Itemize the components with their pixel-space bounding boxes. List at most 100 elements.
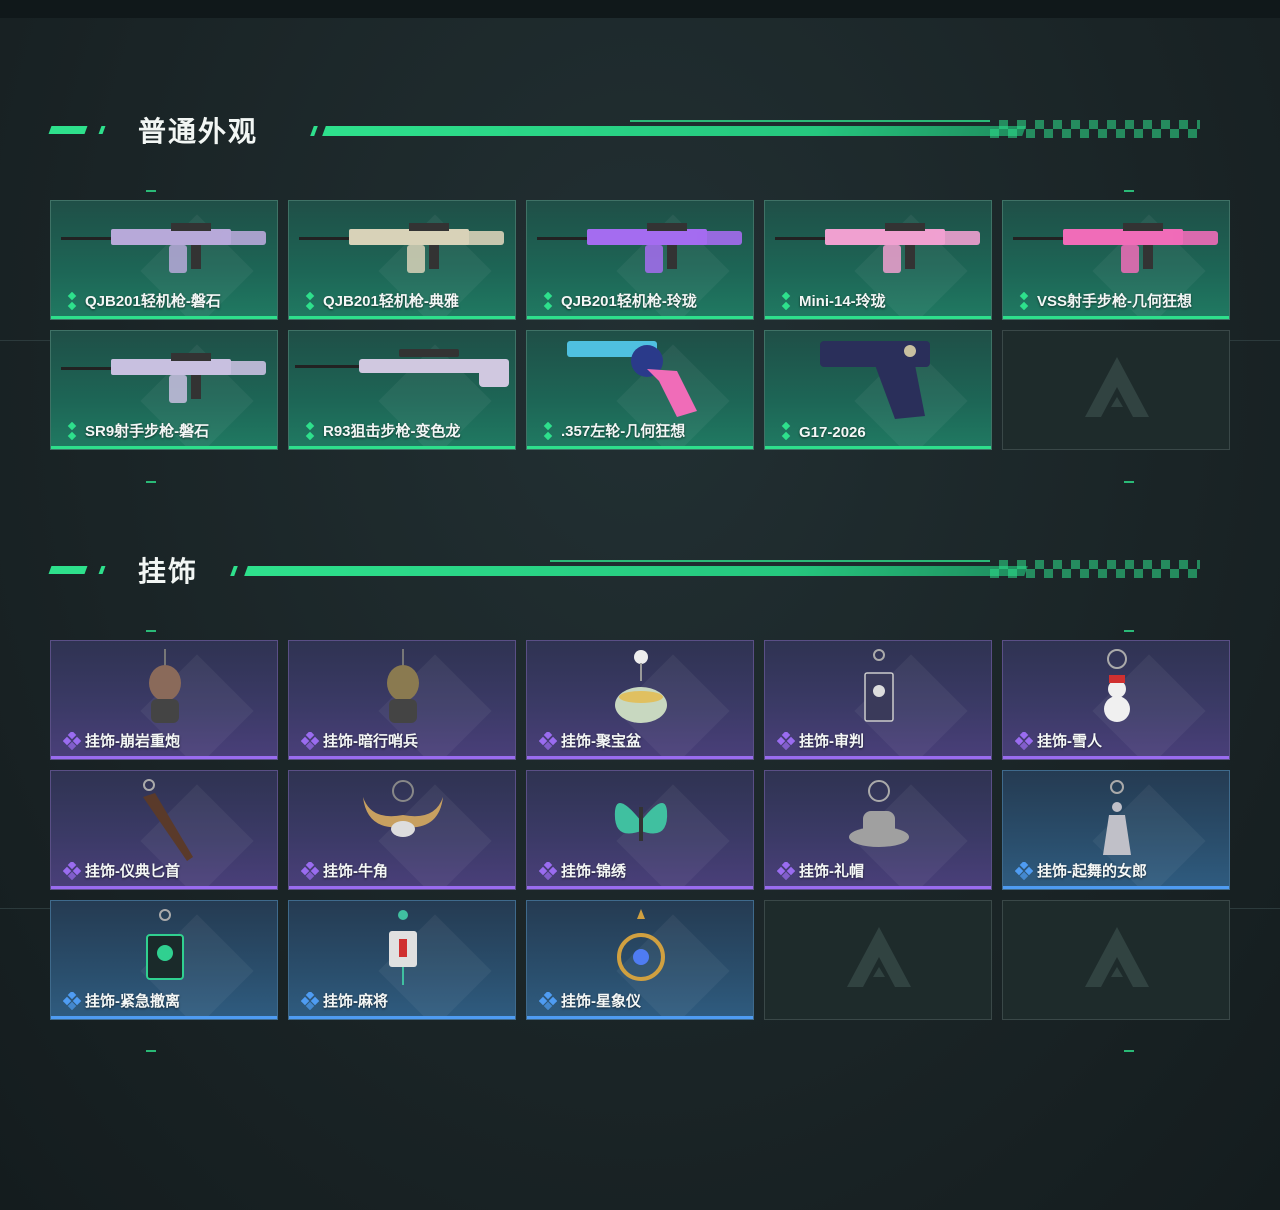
header-checker xyxy=(990,120,1200,138)
rarity-green-icon xyxy=(1019,292,1029,310)
item-art xyxy=(363,780,443,837)
item-art xyxy=(537,223,742,273)
rarity-underline xyxy=(527,316,753,319)
item-art xyxy=(864,649,894,722)
rarity-green-icon xyxy=(67,422,77,440)
item-art xyxy=(567,341,697,417)
item-card[interactable]: 挂饰-崩岩重炮 xyxy=(50,640,278,760)
rarity-green-icon xyxy=(67,292,77,310)
rarity-underline xyxy=(289,756,515,759)
item-art xyxy=(775,223,980,273)
item-name: 挂饰-仪典匕首 xyxy=(85,863,180,880)
rarity-underline xyxy=(51,756,277,759)
item-name: 挂饰-礼帽 xyxy=(799,863,864,880)
corner-mark xyxy=(146,190,156,192)
header-accent xyxy=(230,566,238,576)
rarity-underline xyxy=(527,446,753,449)
item-art xyxy=(387,649,419,723)
rarity-green-icon xyxy=(305,292,315,310)
item-name: .357左轮-几何狂想 xyxy=(561,423,686,440)
item-name: 挂饰-雪人 xyxy=(1037,733,1102,750)
item-card[interactable]: 挂饰-仪典匕首 xyxy=(50,770,278,890)
rarity-underline xyxy=(765,886,991,889)
rarity-green-icon xyxy=(305,422,315,440)
corner-mark xyxy=(1124,1050,1134,1052)
skins-grid: QJB201轻机枪-磐石 QJB201轻机枪-典雅 QJB201轻机枪-玲珑 M… xyxy=(50,200,1230,450)
header-accent xyxy=(98,566,106,574)
item-card[interactable]: 挂饰-紧急撤离 xyxy=(50,900,278,1020)
header-bar xyxy=(322,126,1026,136)
rarity-underline xyxy=(527,1016,753,1019)
item-card[interactable]: R93狙击步枪-变色龙 xyxy=(288,330,516,450)
item-card[interactable]: 挂饰-锦绣 xyxy=(526,770,754,890)
corner-mark xyxy=(1124,630,1134,632)
rarity-blue-icon xyxy=(63,992,81,1010)
item-card[interactable]: QJB201轻机枪-磐石 xyxy=(50,200,278,320)
item-card[interactable]: 挂饰-聚宝盆 xyxy=(526,640,754,760)
rarity-underline xyxy=(765,446,991,449)
logo-icon xyxy=(1085,927,1149,987)
logo-icon xyxy=(1085,357,1149,417)
item-card[interactable]: Mini-14-玲珑 xyxy=(764,200,992,320)
item-art xyxy=(615,650,667,723)
item-card[interactable]: 挂饰-麻将 xyxy=(288,900,516,1020)
header-line xyxy=(550,560,990,562)
corner-mark xyxy=(1124,190,1134,192)
item-art xyxy=(1104,649,1130,722)
divider xyxy=(1230,340,1280,341)
top-bar xyxy=(0,0,1280,18)
item-name: 挂饰-锦绣 xyxy=(561,863,626,880)
item-card[interactable]: QJB201轻机枪-玲珑 xyxy=(526,200,754,320)
corner-mark xyxy=(146,630,156,632)
header-line xyxy=(630,120,990,122)
item-art xyxy=(299,223,504,273)
item-name: 挂饰-起舞的女郎 xyxy=(1037,863,1147,880)
rarity-underline xyxy=(1003,316,1229,319)
rarity-green-icon xyxy=(781,292,791,310)
rarity-underline xyxy=(765,316,991,319)
item-art xyxy=(614,803,668,841)
header-checker xyxy=(990,560,1200,578)
item-card[interactable]: 挂饰-起舞的女郎 xyxy=(1002,770,1230,890)
item-name: 挂饰-麻将 xyxy=(323,993,388,1010)
item-card[interactable]: 挂饰-牛角 xyxy=(288,770,516,890)
section-header-skins: 普通外观 xyxy=(48,116,1200,147)
logo-icon xyxy=(847,927,911,987)
rarity-underline xyxy=(51,446,277,449)
item-name: 挂饰-聚宝盆 xyxy=(561,733,641,750)
item-name: G17-2026 xyxy=(799,424,866,441)
item-card[interactable]: G17-2026 xyxy=(764,330,992,450)
rarity-purple-icon xyxy=(777,862,795,880)
rarity-underline xyxy=(51,1016,277,1019)
rarity-underline xyxy=(527,886,753,889)
divider xyxy=(1230,908,1280,909)
item-art xyxy=(849,780,909,847)
rarity-purple-icon xyxy=(1015,732,1033,750)
item-card[interactable]: 挂饰-审判 xyxy=(764,640,992,760)
charms-grid: 挂饰-崩岩重炮 挂饰-暗行哨兵 挂饰-聚宝盆 挂饰-审判 挂饰-雪人 挂饰-仪典… xyxy=(50,640,1230,1020)
item-card[interactable]: 挂饰-雪人 xyxy=(1002,640,1230,760)
item-name: QJB201轻机枪-磐石 xyxy=(85,293,221,310)
item-card[interactable]: 挂饰-星象仪 xyxy=(526,900,754,1020)
item-card[interactable]: .357左轮-几何狂想 xyxy=(526,330,754,450)
header-accent xyxy=(48,126,88,134)
item-art xyxy=(1013,223,1218,273)
item-card[interactable]: QJB201轻机枪-典雅 xyxy=(288,200,516,320)
header-accent xyxy=(98,126,106,134)
rarity-purple-icon xyxy=(63,732,81,750)
item-card[interactable]: SR9射手步枪-磐石 xyxy=(50,330,278,450)
item-art xyxy=(820,341,930,419)
item-art xyxy=(146,909,184,980)
rarity-green-icon xyxy=(781,422,791,440)
item-card[interactable]: 挂饰-礼帽 xyxy=(764,770,992,890)
header-bar xyxy=(244,566,1028,576)
rarity-underline xyxy=(1003,886,1229,889)
header-accent xyxy=(310,126,318,136)
item-name: Mini-14-玲珑 xyxy=(799,293,886,310)
item-name: QJB201轻机枪-典雅 xyxy=(323,293,459,310)
item-card[interactable]: VSS射手步枪-几何狂想 xyxy=(1002,200,1230,320)
rarity-underline xyxy=(51,316,277,319)
rarity-underline xyxy=(289,446,515,449)
item-card[interactable]: 挂饰-暗行哨兵 xyxy=(288,640,516,760)
rarity-purple-icon xyxy=(63,862,81,880)
